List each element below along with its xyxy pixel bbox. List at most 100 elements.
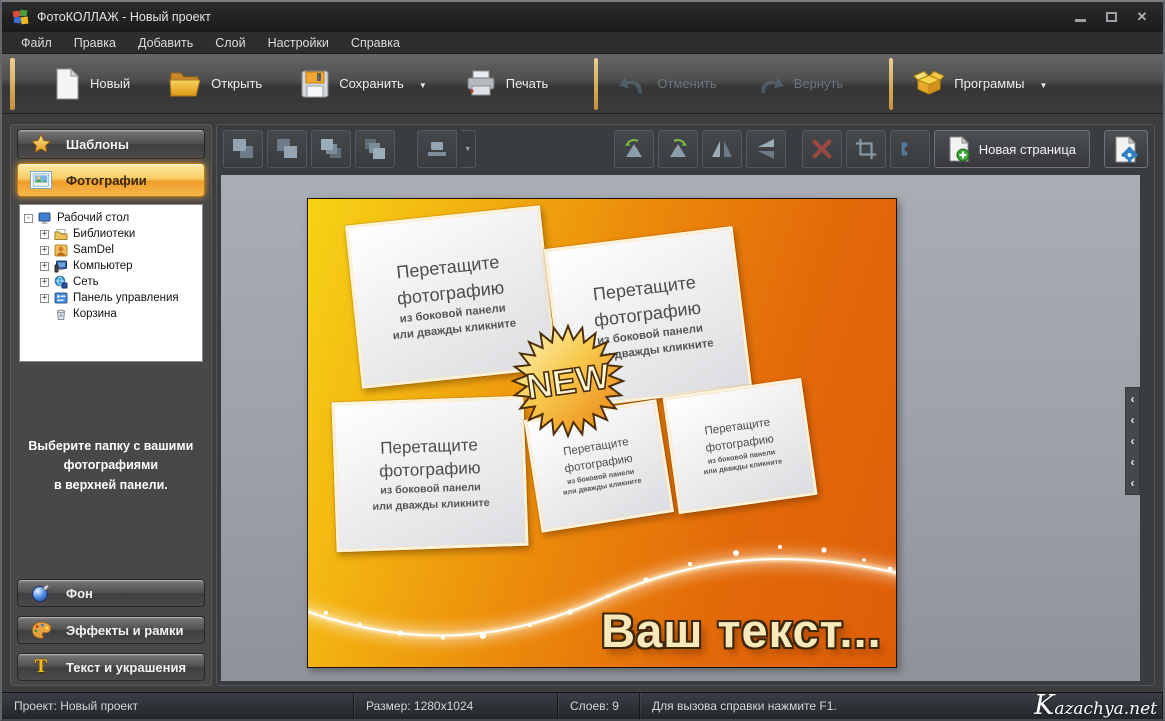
programs-box-icon (913, 69, 945, 99)
tree-item-computer[interactable]: + Компьютер (24, 258, 198, 274)
chevron-left-icon (1131, 432, 1135, 450)
tree-item-control-panel[interactable]: + Панель управления (24, 290, 198, 306)
effects-button[interactable] (890, 130, 930, 168)
maximize-icon[interactable] (1104, 10, 1118, 24)
rotate-right-button[interactable] (658, 130, 698, 168)
print-label: Печать (506, 76, 549, 91)
redo-icon (755, 70, 785, 98)
watermark: Kazachya.net (1034, 693, 1157, 719)
canvas-work-area[interactable]: Перетащите фотографию из боковой панели … (221, 175, 1140, 681)
tree-item-libraries[interactable]: + Библиотеки (24, 226, 198, 242)
send-to-back-button[interactable] (267, 130, 307, 168)
bring-forward-button[interactable] (311, 130, 351, 168)
tree-item-user[interactable]: + SamDel (24, 242, 198, 258)
collage-page[interactable]: Перетащите фотографию из боковой панели … (307, 198, 897, 668)
menu-edit[interactable]: Правка (63, 33, 127, 53)
panel-collapse-handle[interactable] (1125, 387, 1140, 495)
crop-icon (854, 137, 878, 161)
tree-label: Сеть (73, 276, 99, 288)
sidebar-tab-text[interactable]: T Текст и украшения (17, 653, 205, 681)
flip-horizontal-button[interactable] (702, 130, 742, 168)
page-settings-gear-icon (1114, 136, 1138, 163)
print-button[interactable]: Печать (459, 65, 555, 103)
folder-tree: - Рабочий стол + Библиотеки (19, 204, 203, 362)
tree-item-network[interactable]: + Сеть (24, 274, 198, 290)
delete-button[interactable] (802, 130, 842, 168)
new-page-button[interactable]: Новая страница (934, 130, 1090, 168)
bring-forward-icon (318, 136, 344, 162)
tree-label: Компьютер (73, 260, 133, 272)
chevron-left-icon (1131, 474, 1135, 492)
align-dropdown-icon[interactable] (461, 130, 476, 168)
desktop-icon (38, 211, 52, 225)
canvas-panel: Новая страница (216, 124, 1155, 686)
align-button[interactable] (417, 130, 457, 168)
sidebar-tab-effects[interactable]: Эффекты и рамки (17, 616, 205, 644)
flip-vertical-button[interactable] (746, 130, 786, 168)
app-logo-icon (12, 9, 29, 26)
sidebar-tab-templates[interactable]: Шаблоны (17, 129, 205, 159)
open-button[interactable]: Открыть (162, 65, 268, 103)
libraries-icon (54, 227, 68, 241)
menu-settings[interactable]: Настройки (257, 33, 340, 53)
tab-background-label: Фон (66, 586, 93, 601)
text-t-icon: T (28, 656, 54, 678)
network-icon (54, 275, 68, 289)
menu-add[interactable]: Добавить (127, 33, 204, 53)
new-page-label: Новая страница (979, 142, 1076, 157)
close-icon[interactable] (1135, 10, 1149, 24)
save-button[interactable]: Сохранить (294, 65, 433, 103)
save-dropdown-icon[interactable] (419, 76, 427, 91)
menu-layer[interactable]: Слой (204, 33, 256, 53)
align-icon (424, 136, 450, 162)
send-backward-button[interactable] (355, 130, 395, 168)
flip-vertical-icon (753, 136, 779, 162)
tree-item-recycle-bin[interactable]: Корзина (24, 306, 198, 322)
sidebar-tab-photos[interactable]: Фотографии (17, 163, 205, 197)
expander-icon[interactable]: - (24, 214, 33, 223)
expander-icon[interactable]: + (40, 262, 49, 271)
send-backward-icon (362, 136, 388, 162)
your-text-placeholder[interactable]: Ваш текст... (601, 603, 882, 658)
programs-dropdown-icon[interactable] (1040, 76, 1048, 91)
sidebar-tab-background[interactable]: Фон (17, 579, 205, 607)
chevron-left-icon (1131, 390, 1135, 408)
user-icon (54, 243, 68, 257)
undo-button[interactable]: Отменить (612, 66, 722, 102)
photos-icon (28, 171, 54, 189)
new-project-button[interactable]: Новый (47, 64, 136, 104)
menu-file[interactable]: Файл (10, 33, 63, 53)
redo-label: Вернуть (794, 76, 844, 91)
photo-placeholder-card[interactable]: Перетащите фотографию из боковой панели … (662, 378, 817, 514)
bring-to-front-icon (230, 136, 256, 162)
minimize-icon[interactable] (1073, 10, 1087, 24)
crop-button[interactable] (846, 130, 886, 168)
background-sphere-icon (28, 583, 54, 603)
programs-button[interactable]: Программы (907, 65, 1053, 103)
placeholder-line: или дважды кликните (372, 496, 490, 516)
rotate-left-button[interactable] (614, 130, 654, 168)
content-area: Шаблоны Фотографии - (2, 116, 1163, 692)
expander-icon[interactable]: + (40, 294, 49, 303)
watermark-rest: azachya.net (1054, 699, 1157, 719)
control-panel-icon (54, 291, 68, 305)
new-project-label: Новый (90, 76, 130, 91)
page-settings-button[interactable] (1104, 130, 1148, 168)
sidebar-hint-area: Выберите папку с вашими фотографиями в в… (17, 362, 205, 570)
expander-icon[interactable]: + (40, 230, 49, 239)
new-starburst-badge[interactable]: NEW (510, 323, 626, 439)
status-project: Проект: Новый проект (2, 693, 354, 719)
rotate-left-icon (621, 136, 647, 162)
bring-to-front-button[interactable] (223, 130, 263, 168)
menu-help[interactable]: Справка (340, 33, 411, 53)
placeholder-line: фотографию (378, 457, 480, 484)
redo-button[interactable]: Вернуть (749, 66, 850, 102)
photo-placeholder-card[interactable]: Перетащите фотографию из боковой панели … (331, 396, 528, 553)
canvas-toolbar: Новая страница (217, 125, 1154, 173)
watermark-k: K (1034, 693, 1054, 719)
tree-item-desktop[interactable]: - Рабочий стол (24, 210, 198, 226)
expander-icon[interactable]: + (40, 278, 49, 287)
undo-icon (618, 70, 648, 98)
programs-label: Программы (954, 76, 1024, 91)
expander-icon[interactable]: + (40, 246, 49, 255)
